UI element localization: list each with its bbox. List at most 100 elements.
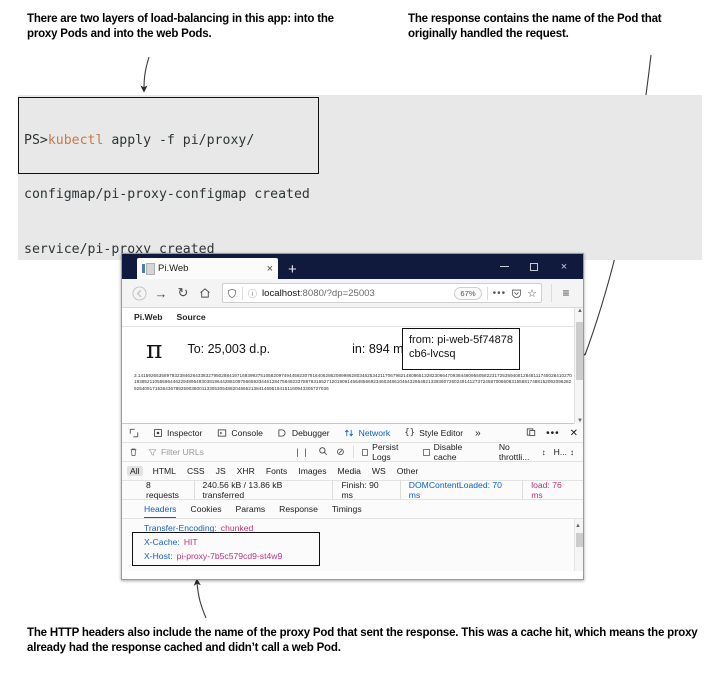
devtools-dock-button[interactable] xyxy=(526,427,536,439)
transferred-size: 240.56 kB / 13.86 kB transferred xyxy=(193,480,333,500)
headers-scroll-up-icon[interactable]: ▲ xyxy=(575,523,581,529)
devtools-tab-console[interactable]: Console xyxy=(214,428,265,438)
persist-logs-checkbox[interactable]: Persist Logs xyxy=(361,442,416,462)
type-filter-other[interactable]: Other xyxy=(396,466,420,476)
site-link-pi-web[interactable]: Pi.Web xyxy=(134,312,163,322)
devtools-picker-icon[interactable] xyxy=(127,428,140,438)
trash-icon xyxy=(130,448,137,456)
close-tab-icon[interactable]: × xyxy=(263,263,273,275)
disable-cache-checkbox-box[interactable] xyxy=(423,448,430,456)
disable-cache-checkbox[interactable]: Disable cache xyxy=(423,442,483,462)
browser-titlebar: Pi.Web × + × xyxy=(122,254,583,279)
scroll-down-arrow-icon[interactable]: ▼ xyxy=(577,418,583,424)
type-filter-all[interactable]: All xyxy=(127,466,143,476)
site-link-source[interactable]: Source xyxy=(177,312,206,322)
maximize-icon xyxy=(530,262,538,271)
shield-icon xyxy=(228,288,236,298)
devtools-close-button[interactable]: ✕ xyxy=(570,428,578,439)
devtools-tabbar: Inspector Console Debugger Network {} St… xyxy=(122,424,583,443)
browser-tab-pi-web[interactable]: Pi.Web × xyxy=(137,258,278,279)
maximize-button[interactable] xyxy=(519,257,549,276)
clear-requests-button[interactable] xyxy=(127,447,140,457)
terminal-line: configmap/pi-proxy-configmap created xyxy=(18,186,702,204)
devtools-tab-inspector[interactable]: Inspector xyxy=(150,428,204,438)
web-page-content: Pi.Web Source π To: 25,003 d.p. in: 894 … xyxy=(122,308,583,424)
forward-button[interactable]: → xyxy=(150,282,172,304)
window-controls: × xyxy=(489,257,579,276)
urlbar-divider-2 xyxy=(486,286,488,300)
filter-urls-input[interactable]: Filter URLs xyxy=(148,447,286,457)
close-window-button[interactable]: × xyxy=(549,257,579,276)
devtools-tab-label: Inspector xyxy=(167,428,203,438)
bookmark-star-icon[interactable]: ☆ xyxy=(527,287,537,300)
headers-scrollbar-thumb[interactable] xyxy=(576,533,583,547)
pause-requests-button[interactable]: ❘❘ xyxy=(294,447,310,458)
detail-tab-response[interactable]: Response xyxy=(279,504,318,514)
toolbar-divider xyxy=(352,446,354,458)
request-count: 8 requests xyxy=(146,480,179,500)
back-button[interactable] xyxy=(128,282,150,304)
headers-dropdown[interactable]: H... ↕ xyxy=(554,447,578,457)
back-arrow-icon xyxy=(131,285,147,301)
type-filter-fonts[interactable]: Fonts xyxy=(265,466,289,476)
devtools-tab-debugger[interactable]: Debugger xyxy=(275,428,332,438)
devtools-tab-style-editor[interactable]: {} Style Editor xyxy=(402,428,465,438)
page-info-icon[interactable]: ⓘ xyxy=(248,287,257,300)
persist-logs-label: Persist Logs xyxy=(372,442,399,462)
type-filter-css[interactable]: CSS xyxy=(186,466,206,476)
devtools-tab-label: Style Editor xyxy=(419,428,464,438)
home-icon xyxy=(200,288,210,298)
page-actions-icon[interactable]: ••• xyxy=(493,288,507,299)
type-filter-js[interactable]: JS xyxy=(215,466,227,476)
pi-symbol-icon: π xyxy=(146,334,163,364)
devtools-overflow-button[interactable]: » xyxy=(475,428,481,439)
network-timing-icon xyxy=(122,486,138,495)
type-filter-xhr[interactable]: XHR xyxy=(236,466,256,476)
page-favicon-icon xyxy=(142,263,155,275)
console-icon xyxy=(216,428,227,438)
type-filter-ws[interactable]: WS xyxy=(371,466,387,476)
new-tab-button[interactable]: + xyxy=(288,262,297,277)
pocket-icon[interactable] xyxy=(511,288,522,299)
inspector-icon xyxy=(152,428,163,438)
block-requests-button[interactable]: ⊘ xyxy=(336,447,344,458)
page-scrollbar[interactable]: ▲ ▼ xyxy=(574,308,583,424)
detail-tab-headers[interactable]: Headers xyxy=(144,500,177,518)
address-bar-value: localhost:8080/?dp=25003 xyxy=(262,288,449,299)
detail-tab-timings[interactable]: Timings xyxy=(332,504,362,514)
browser-navbar: → ↻ ⓘ localhost:8080/?dp=25003 67% ••• ☆… xyxy=(122,279,583,308)
detail-tab-params[interactable]: Params xyxy=(236,504,266,514)
firefox-browser-window[interactable]: Pi.Web × + × → ↻ ⓘ localhost:8080/?dp=25… xyxy=(121,253,584,580)
pi-precision-label: To: 25,003 d.p. xyxy=(187,342,271,356)
throttling-label: No throttli... xyxy=(498,442,530,462)
element-picker-icon xyxy=(129,428,138,438)
type-filter-media[interactable]: Media xyxy=(337,466,362,476)
minimize-icon xyxy=(499,265,509,268)
disable-cache-label: Disable cache xyxy=(433,442,463,462)
urlbar-divider xyxy=(242,286,243,300)
zoom-level-badge[interactable]: 67% xyxy=(454,286,482,300)
address-bar[interactable]: ⓘ localhost:8080/?dp=25003 67% ••• ☆ xyxy=(222,283,542,303)
scroll-up-arrow-icon[interactable]: ▲ xyxy=(577,308,583,314)
reload-button[interactable]: ↻ xyxy=(172,282,194,304)
pi-result-row: π To: 25,003 d.p. in: 894 ms. from: pi-w… xyxy=(122,327,583,371)
site-navbar: Pi.Web Source xyxy=(122,308,583,327)
app-menu-button[interactable]: ≡ xyxy=(555,282,577,304)
search-requests-button[interactable] xyxy=(318,446,328,458)
network-summary-bar: 8 requests 240.56 kB / 13.86 kB transfer… xyxy=(122,480,583,500)
url-path: :8080/?dp=25003 xyxy=(299,287,375,299)
filter-icon xyxy=(148,448,157,456)
persist-logs-checkbox-box[interactable] xyxy=(361,448,369,456)
type-filter-images[interactable]: Images xyxy=(297,466,327,476)
devtools-tab-label: Network xyxy=(358,428,391,438)
headers-scrollbar[interactable]: ▲ ▼ xyxy=(574,519,583,571)
page-scrollbar-thumb[interactable] xyxy=(576,322,583,380)
detail-tab-cookies[interactable]: Cookies xyxy=(190,504,221,514)
devtools-tab-network[interactable]: Network xyxy=(342,428,393,438)
throttling-dropdown[interactable]: No throttli... ↕ xyxy=(499,442,546,462)
devtools-settings-button[interactable]: ••• xyxy=(546,428,560,439)
type-filter-html[interactable]: HTML xyxy=(152,466,177,476)
pi-digits-text: 3.14159265358979323846264338327950288419… xyxy=(134,373,572,391)
home-button[interactable] xyxy=(194,282,216,304)
minimize-button[interactable] xyxy=(489,257,519,276)
